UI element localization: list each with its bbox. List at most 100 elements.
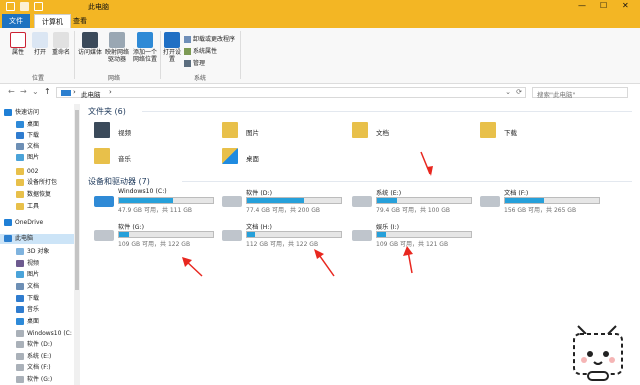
sidebar-item-pictures[interactable]: 图片 — [0, 270, 79, 280]
sidebar-item-onedrive[interactable]: OneDrive — [0, 218, 79, 228]
title-bar: 此电脑 — ☐ ✕ — [0, 0, 640, 14]
drive-item[interactable]: 文档 (F:) 156 GB 可用，共 265 GB — [480, 188, 610, 214]
properties-quick-icon[interactable] — [6, 2, 15, 11]
sidebar-item-folder-packaged[interactable]: 设备所打包 — [0, 178, 79, 188]
sidebar-item-drive-d[interactable]: 软件 (D:) — [0, 340, 79, 350]
checkmark-icon — [10, 32, 26, 48]
drive-usage-bar — [246, 197, 342, 204]
drive-usage-fill — [247, 232, 255, 237]
sidebar-item-documents[interactable]: 文档 — [0, 142, 79, 152]
sidebar-item-3d-objects[interactable]: 3D 对象 — [0, 247, 79, 257]
uninstall-button[interactable]: 卸载或更改程序 — [184, 34, 235, 43]
up-button[interactable]: ↑ — [44, 87, 51, 96]
rename-icon — [53, 32, 69, 48]
drive-item[interactable]: Windows10 (C:) 47.9 GB 可用，共 111 GB — [94, 188, 224, 214]
rename-button[interactable]: 重命名 — [50, 32, 72, 56]
drive-usage-fill — [119, 232, 130, 237]
sidebar-item-folder-002[interactable]: 002 — [0, 167, 79, 177]
sidebar-item-folder-recovery[interactable]: 数据恢复 — [0, 190, 79, 200]
drive-space: 156 GB 可用，共 265 GB — [504, 207, 577, 214]
hard-drive-icon — [222, 196, 242, 207]
sidebar-item-music[interactable]: 音乐 — [0, 305, 79, 315]
address-bar[interactable]: › 此电脑 › ⌄ ⟳ — [56, 87, 526, 99]
drive-item[interactable]: 文档 (H:) 112 GB 可用，共 122 GB — [222, 222, 352, 248]
navigation-pane: 快速访问 桌面 下载 文档 图片 002 设备所打包 数据恢复 工具 OneDrive 此电脑 3D … — [0, 104, 80, 385]
path-chevron-icon: › — [109, 88, 112, 96]
folder-label: 桌面 — [246, 155, 259, 163]
folder-label: 文档 — [376, 129, 389, 137]
drive-d-icon — [16, 341, 24, 348]
address-dropdown-icon[interactable]: ⌄ — [505, 88, 511, 96]
sidebar-item-drive-e[interactable]: 系统 (E:) — [0, 352, 79, 362]
sidebar-item-label: 快速访问 — [15, 109, 40, 116]
drive-name: 系统 (E:) — [376, 190, 402, 197]
folder-label: 视频 — [118, 129, 131, 137]
drive-usage-bar — [376, 197, 472, 204]
new-folder-quick-icon[interactable] — [20, 2, 29, 11]
tab-view[interactable]: 查看 — [66, 14, 94, 28]
access-media-button[interactable]: 访问媒体 — [78, 32, 102, 56]
search-input[interactable]: 搜索"此电脑" — [532, 87, 628, 99]
drive-space: 109 GB 可用，共 122 GB — [118, 241, 191, 248]
this-pc-icon — [4, 235, 12, 242]
sidebar-item-label: 文档 — [27, 143, 40, 150]
close-button[interactable]: ✕ — [622, 1, 629, 10]
sidebar-item-downloads[interactable]: 下载 — [0, 294, 79, 304]
sidebar-item-downloads[interactable]: 下载 — [0, 131, 79, 141]
customize-quick-icon[interactable] — [34, 2, 43, 11]
recent-dropdown[interactable]: ⌄ — [32, 87, 39, 96]
folders-section-header[interactable]: 文件夹 (6) — [88, 106, 126, 117]
sidebar-item-drive-g[interactable]: 软件 (G:) — [0, 375, 79, 385]
folder-recovery-icon — [16, 191, 24, 198]
hard-drive-icon — [352, 196, 372, 207]
add-network-location-button[interactable]: 添加一个网络位置 — [132, 32, 158, 63]
address-row: ← → ⌄ ↑ › 此电脑 › ⌄ ⟳ 搜索"此电脑" — [0, 84, 640, 100]
sidebar-item-drive-f[interactable]: 文档 (F:) — [0, 363, 79, 373]
drive-usage-bar — [376, 231, 472, 238]
refresh-icon[interactable]: ⟳ — [516, 88, 522, 96]
sidebar-item-this-pc[interactable]: 此电脑 — [0, 234, 79, 244]
downloads-icon — [16, 132, 24, 139]
system-properties-button[interactable]: 系统属性 — [184, 46, 217, 55]
maximize-button[interactable]: ☐ — [600, 1, 607, 10]
forward-button[interactable]: → — [20, 87, 27, 96]
drive-item[interactable]: 系统 (E:) 79.4 GB 可用，共 100 GB — [352, 188, 482, 214]
drive-item[interactable]: 软件 (G:) 109 GB 可用，共 122 GB — [94, 222, 224, 248]
tab-file[interactable]: 文件 — [2, 14, 30, 28]
documents-folder-icon — [352, 122, 368, 138]
drive-name: 软件 (G:) — [118, 224, 145, 231]
sidebar-scroll-thumb[interactable] — [75, 110, 79, 290]
sidebar-item-drive-c[interactable]: Windows10 (C: — [0, 329, 79, 339]
open-button[interactable]: 打开 — [30, 32, 50, 56]
drives-section-header[interactable]: 设备和驱动器 (7) — [88, 176, 150, 187]
group-label-network: 网络 — [108, 75, 121, 82]
sidebar-item-desktop[interactable]: 桌面 — [0, 120, 79, 130]
pictures-icon — [16, 271, 24, 278]
minimize-button[interactable]: — — [578, 1, 586, 10]
drive-space: 77.4 GB 可用，共 200 GB — [246, 207, 320, 214]
sidebar-item-videos[interactable]: 视频 — [0, 259, 79, 269]
properties-button[interactable]: 属性 — [8, 32, 28, 56]
manage-button[interactable]: 管理 — [184, 58, 205, 67]
sidebar-item-desktop[interactable]: 桌面 — [0, 317, 79, 327]
drive-space: 112 GB 可用，共 122 GB — [246, 241, 319, 248]
sidebar-item-folder-tools[interactable]: 工具 — [0, 202, 79, 212]
quick-access-icon — [4, 109, 12, 116]
drive-item[interactable]: 娱乐 (I:) 109 GB 可用，共 121 GB — [352, 222, 482, 248]
sidebar-item-documents[interactable]: 文档 — [0, 282, 79, 292]
sidebar-item-label: 数据恢复 — [27, 191, 52, 198]
computer-icon — [61, 90, 71, 96]
sidebar-item-label: 音乐 — [27, 306, 40, 313]
ribbon: 属性 打开 重命名 位置 访问媒体 映射网络驱动器 添加一个网络位置 网络 打开… — [0, 28, 640, 84]
drive-item[interactable]: 软件 (D:) 77.4 GB 可用，共 200 GB — [222, 188, 352, 214]
sidebar-item-quick-access[interactable]: 快速访问 — [0, 108, 79, 118]
annotation-arrow — [403, 246, 413, 274]
open-settings-button[interactable]: 打开设置 — [162, 32, 182, 63]
drive-usage-bar — [118, 231, 214, 238]
drive-usage-fill — [377, 232, 387, 237]
media-icon — [82, 32, 98, 48]
sidebar-item-pictures[interactable]: 图片 — [0, 153, 79, 163]
sidebar-item-label: 软件 (G:) — [27, 376, 53, 383]
map-drive-button[interactable]: 映射网络驱动器 — [104, 32, 130, 63]
back-button[interactable]: ← — [8, 87, 15, 96]
